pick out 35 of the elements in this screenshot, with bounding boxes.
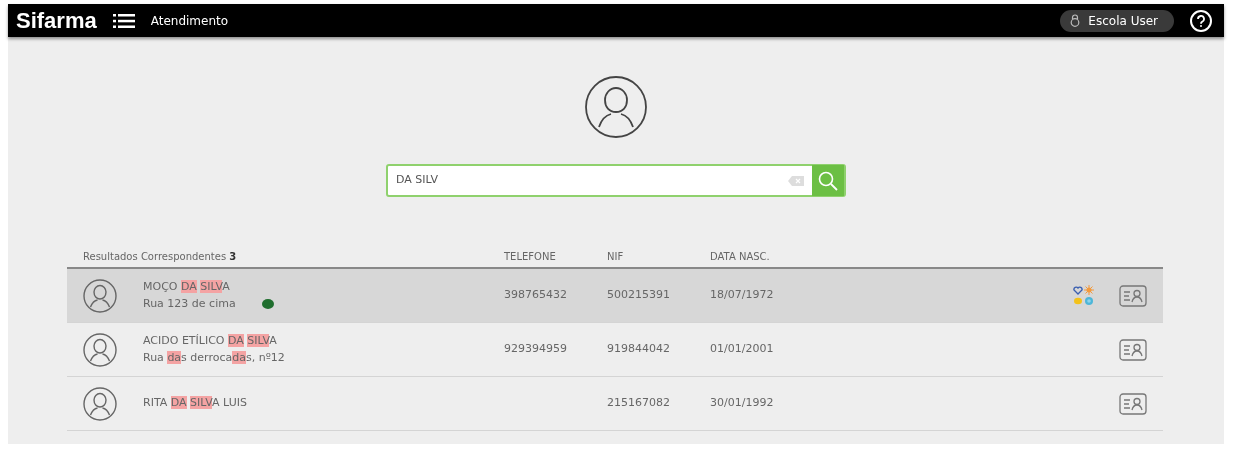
birth-date: 30/01/1992 (710, 396, 774, 410)
client-name: ACIDO ETÍLICO DA SILVA (143, 333, 278, 349)
logo[interactable]: Sifarma (16, 4, 97, 37)
client-row[interactable]: MOÇO DA SILVA Rua 123 de cima 398765432 500215391 18/07/1972 (67, 269, 1163, 323)
search-button[interactable] (812, 165, 844, 196)
tax-number: 919844042 (607, 342, 670, 356)
tax-number: 500215391 (607, 288, 670, 302)
person-icon (83, 386, 117, 421)
user-avatar-icon (584, 75, 648, 139)
birth-date: 01/01/2001 (710, 342, 774, 356)
client-row[interactable]: ACIDO ETÍLICO DA SILVA Rua das derrocadas, nº12 929394959 919844042 01/01/2001 (67, 323, 1163, 377)
client-card-icon[interactable] (1119, 338, 1147, 361)
phone-number: 929394959 (504, 342, 567, 356)
search-input[interactable]: DA SILV (388, 171, 788, 190)
column-header: DATA NASC. (710, 250, 770, 262)
lock-icon (1070, 14, 1081, 27)
client-name: MOÇO DA SILVA (143, 279, 231, 295)
section-title: Atendimento (150, 12, 229, 30)
client-name: RITA DA SILVA LUIS (143, 395, 247, 412)
column-header: TELEFONE (504, 250, 556, 262)
client-card-icon[interactable] (1119, 284, 1147, 307)
phone-number: 398765432 (504, 288, 567, 302)
results-count: Resultados Correspondentes 3 (83, 250, 237, 262)
user-button[interactable]: Escola User (1060, 9, 1174, 32)
client-row[interactable]: RITA DA SILVA LUIS 215167082 30/01/1992 (67, 377, 1163, 431)
column-header: NIF (607, 250, 624, 262)
help-icon[interactable] (1190, 9, 1212, 32)
client-address: Rua 123 de cima (143, 295, 236, 312)
client-card-icon[interactable] (1119, 392, 1147, 415)
client-address: Rua das derrocadas, nº12 (143, 349, 285, 366)
search-field[interactable]: DA SILV (386, 164, 846, 197)
tax-number: 215167082 (607, 396, 670, 410)
person-icon (83, 332, 117, 367)
birth-date: 18/07/1972 (710, 288, 774, 302)
person-icon (83, 278, 117, 313)
